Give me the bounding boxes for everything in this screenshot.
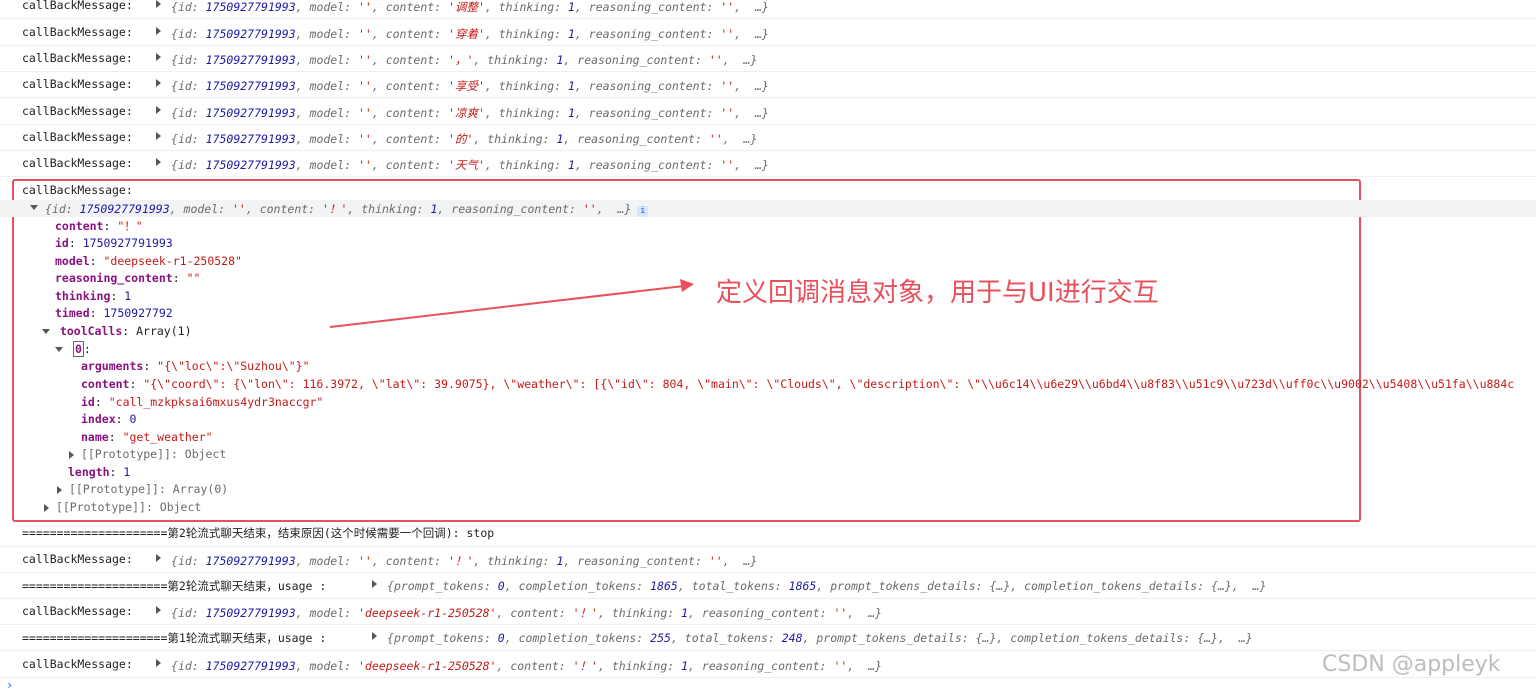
- console-prompt-chevron-icon[interactable]: ›: [6, 678, 13, 692]
- log-row[interactable]: callBackMessage: {id: 1750927791993, mod…: [0, 547, 1536, 573]
- log-row-model[interactable]: callBackMessage: {id: 1750927791993, mod…: [0, 599, 1536, 625]
- separator-row: =====================第2轮流式聊天结束，结束原因(这个时候…: [0, 521, 1536, 547]
- log-row-model-2[interactable]: callBackMessage: {id: 1750927791993, mod…: [0, 652, 1536, 678]
- usage-row-1[interactable]: =====================第1轮流式聊天结束，usage : {…: [0, 625, 1536, 651]
- expand-toggle-icon[interactable]: [156, 554, 161, 562]
- expand-toggle-icon[interactable]: [372, 632, 377, 640]
- watermark: CSDN @appleyk: [1322, 652, 1501, 677]
- expand-toggle-icon[interactable]: [372, 580, 377, 588]
- annotation-text: 定义回调消息对象，用于与UI进行交互: [716, 278, 1159, 308]
- usage-row-2[interactable]: =====================第2轮流式聊天结束，usage : {…: [0, 573, 1536, 599]
- expand-toggle-icon[interactable]: [156, 606, 161, 614]
- expand-toggle-icon[interactable]: [156, 659, 161, 667]
